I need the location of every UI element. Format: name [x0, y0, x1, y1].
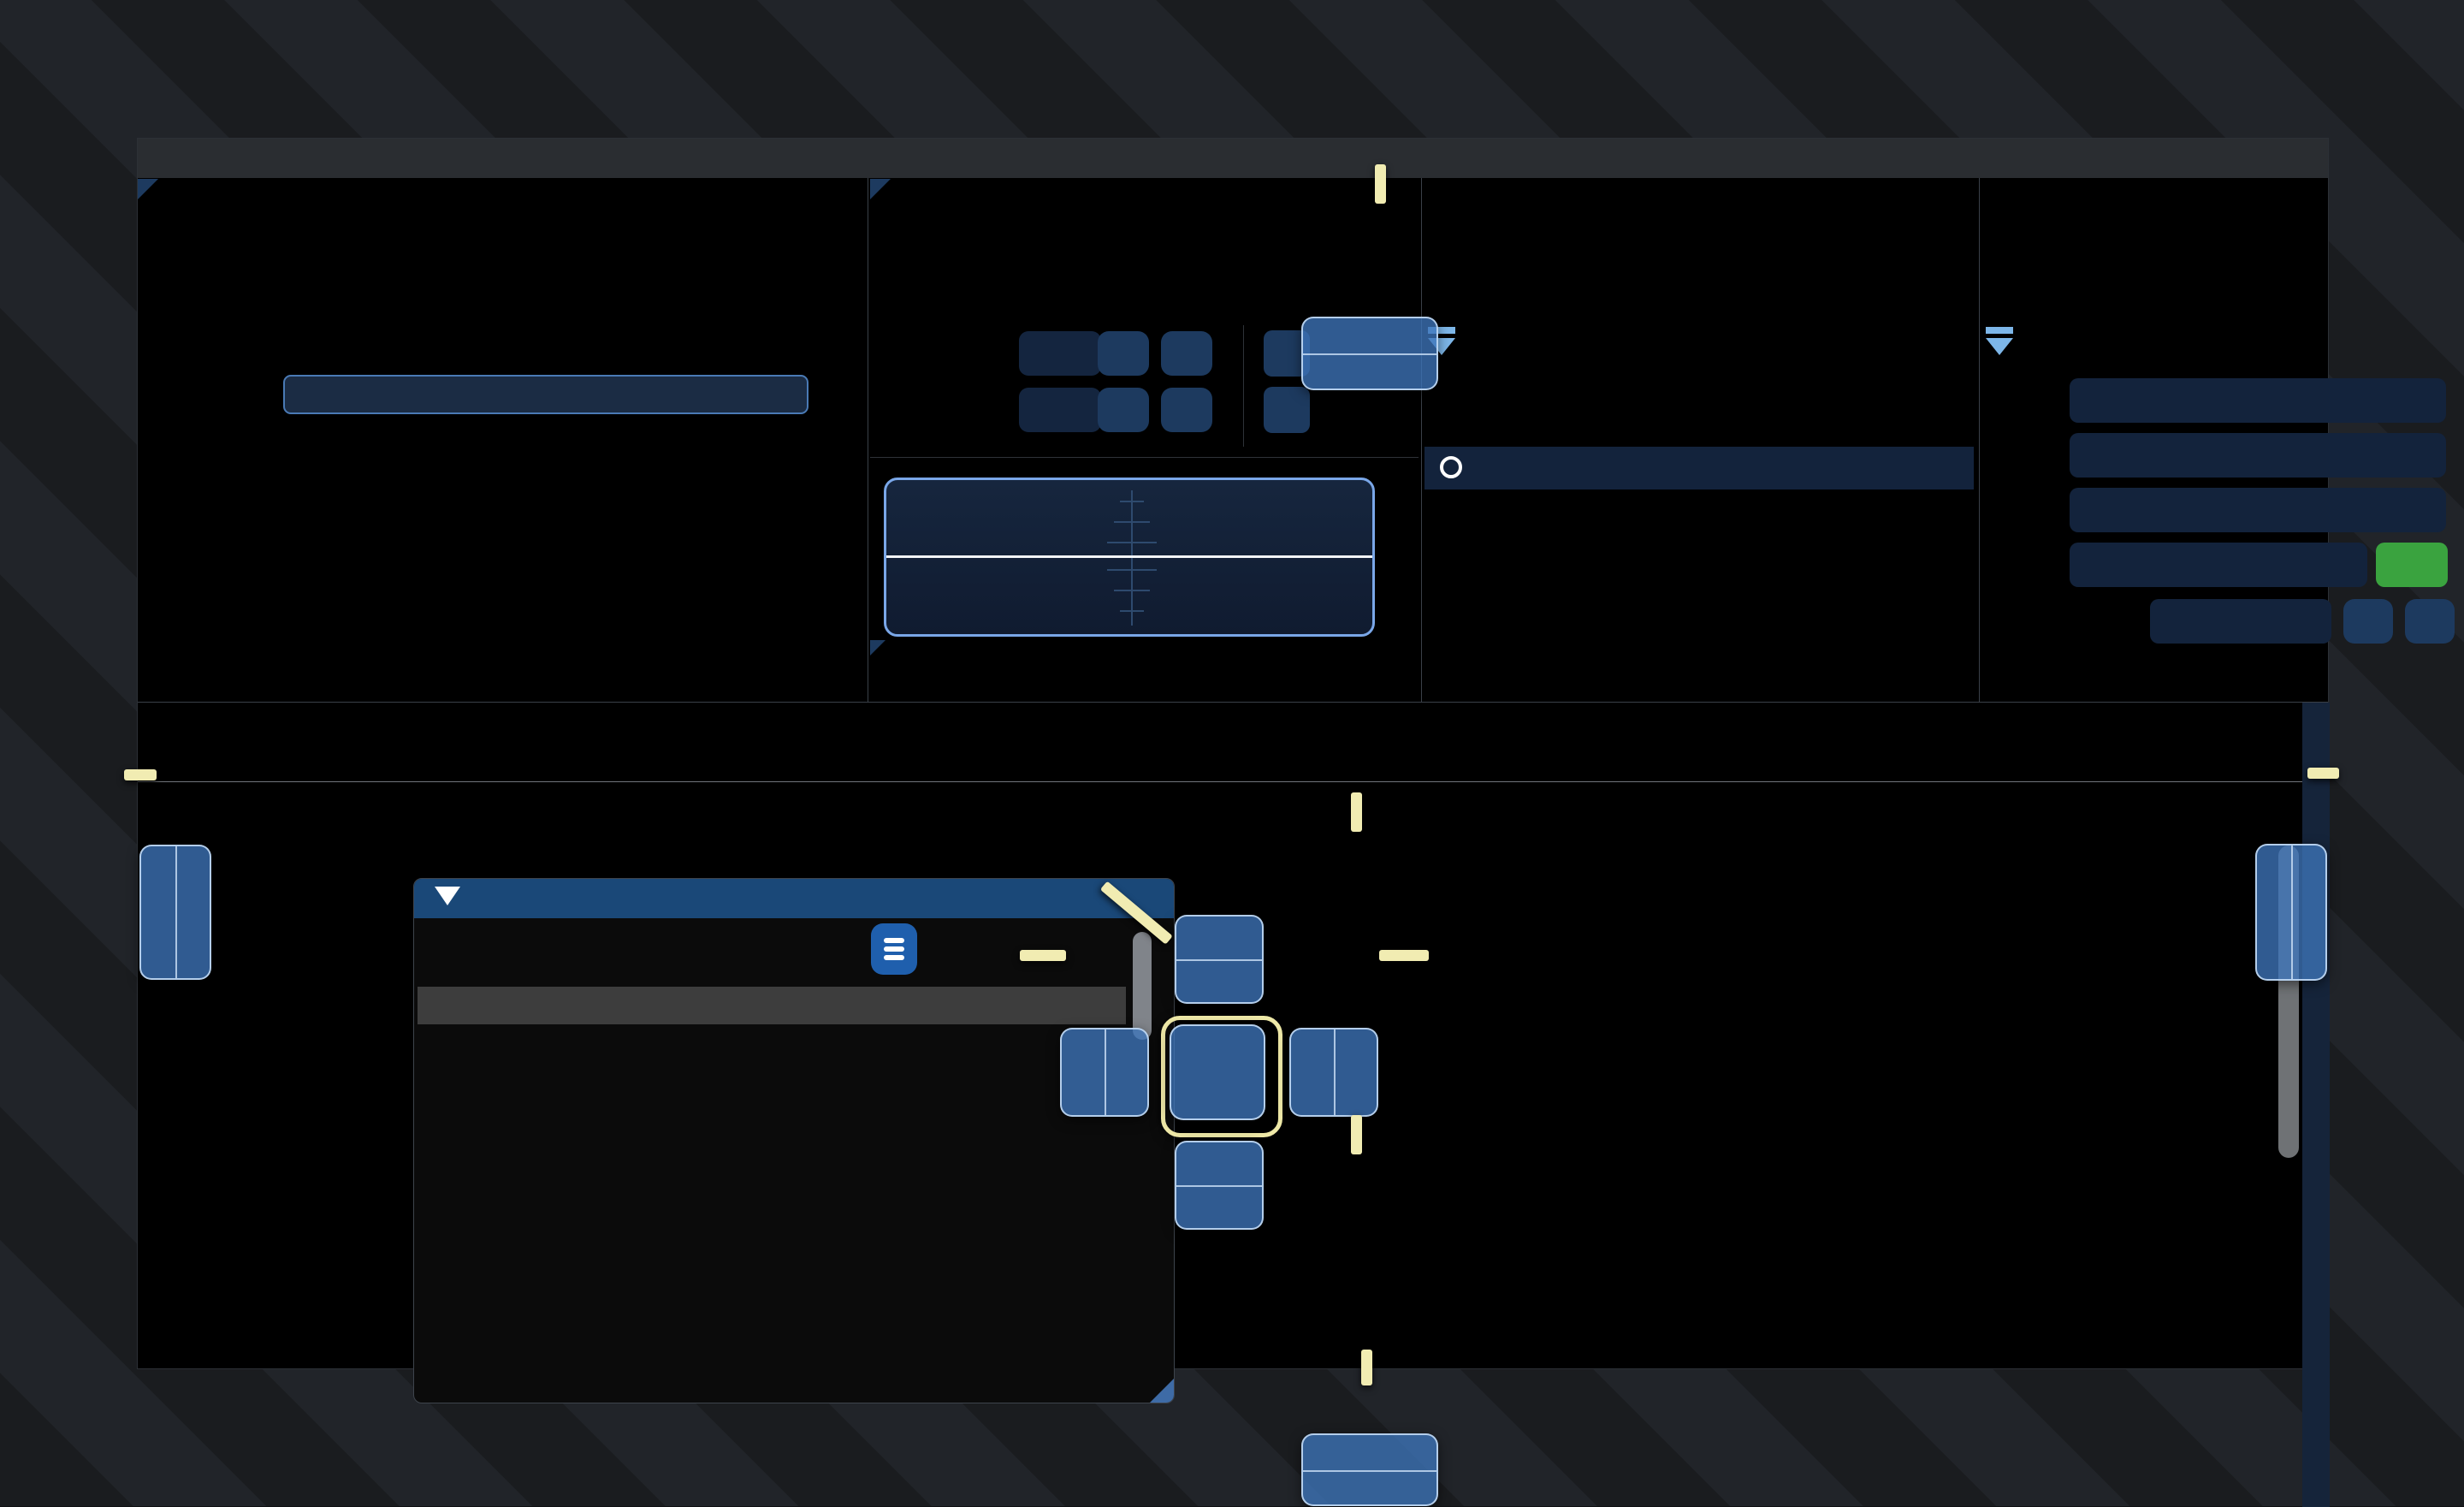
resize-grip-icon[interactable]: [1150, 1379, 1174, 1403]
split-left-target[interactable]: [1060, 1028, 1149, 1117]
instrument-list-item[interactable]: [1424, 447, 1974, 489]
app-window: [137, 138, 2329, 1369]
split-right-target[interactable]: [1289, 1028, 1378, 1117]
split-top-target[interactable]: [1175, 915, 1264, 1004]
triangle-down-icon[interactable]: [435, 887, 460, 905]
step-value[interactable]: [1019, 388, 1101, 432]
effect-menu-button[interactable]: [871, 923, 917, 975]
song-info-close-icon[interactable]: [2429, 320, 2464, 363]
controls-corner-decoration: [870, 179, 891, 199]
effect-list-scrollbar[interactable]: [1133, 932, 1152, 1040]
oscilloscope-waveform-line: [886, 555, 1372, 558]
split-bottom-connector-line: [1351, 1115, 1362, 1154]
album-field[interactable]: [2070, 488, 2446, 532]
tuning-field[interactable]: [2150, 599, 2331, 644]
oscilloscope-center-ruler: [1131, 490, 1133, 626]
follow-pattern-checkbox[interactable]: [1264, 387, 1310, 433]
make-tab-target[interactable]: [1170, 1024, 1265, 1120]
dock-left-connector-line: [124, 769, 157, 780]
dock-top-connector-line: [1375, 164, 1386, 204]
octave-increment-button[interactable]: [1161, 331, 1212, 376]
dock-top-target[interactable]: [1301, 317, 1438, 390]
transport-corner-decoration: [870, 640, 886, 656]
author-field[interactable]: [2070, 433, 2446, 478]
orders-selected-row[interactable]: [283, 375, 808, 414]
step-increment-button[interactable]: [1161, 388, 1212, 432]
name-field[interactable]: [2070, 378, 2446, 423]
dock-right-connector-line: [2307, 768, 2339, 779]
dock-right-target[interactable]: [2255, 844, 2327, 981]
effect-list-title-bar[interactable]: [414, 879, 1174, 918]
dock-left-target[interactable]: [139, 845, 211, 980]
instruments-close-icon[interactable]: [1916, 320, 1953, 363]
dock-bottom-connector-line: [1361, 1350, 1372, 1385]
hamburger-icon: [871, 923, 917, 975]
oscilloscope: [884, 478, 1375, 637]
split-right-connector-line: [1379, 950, 1429, 961]
dock-bottom-target[interactable]: [1301, 1433, 1438, 1506]
split-top-connector-line: [1351, 792, 1362, 832]
orders-corner-decoration: [138, 179, 158, 199]
pattern-right-edge: [2302, 703, 2330, 1507]
octave-value[interactable]: [1019, 331, 1101, 376]
tuning-increment-button[interactable]: [2405, 599, 2455, 644]
tuning-decrement-button[interactable]: [2343, 599, 2393, 644]
octave-decrement-button[interactable]: [1098, 331, 1149, 376]
step-decrement-button[interactable]: [1098, 388, 1149, 432]
system-select[interactable]: [2070, 543, 2367, 587]
auto-system-button[interactable]: [2376, 543, 2448, 587]
split-bottom-target[interactable]: [1175, 1141, 1264, 1230]
split-left-connector-line: [1020, 950, 1066, 961]
effect-table-header[interactable]: [418, 987, 1126, 1024]
circle-icon: [1440, 456, 1462, 478]
menu-bar: [138, 139, 2328, 178]
song-info-collapse-icon[interactable]: [1984, 327, 2015, 356]
